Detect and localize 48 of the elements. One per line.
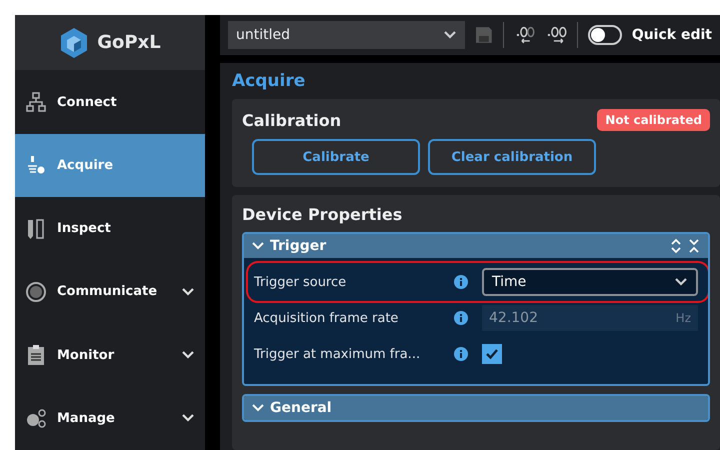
sidebar-item[interactable]: Inspect [15,196,205,260]
dial-icon [25,280,47,303]
increase-decimals-icon[interactable] [546,25,568,45]
checkmark-icon [485,348,499,360]
calibration-button[interactable]: Calibrate [252,139,420,175]
chevron-down-icon [252,403,264,413]
chevron-down-icon [443,30,458,40]
gears-icon [25,407,47,430]
group-header[interactable]: General [244,396,708,420]
quick-edit-label: Quick edit [632,27,712,43]
clipboard-icon [25,344,47,366]
property-label: Trigger at maximum fra... [254,346,422,362]
sidebar-item[interactable]: Manage [15,386,205,450]
chevron-down-icon [252,241,264,251]
group-title: Trigger [270,238,328,254]
trigger-source-select[interactable]: Time [482,268,698,296]
sidebar-item[interactable]: Acquire [15,134,205,197]
cube-logo-icon [59,26,90,59]
acquire-icon [25,154,47,176]
expand-icon[interactable] [670,238,682,254]
sidebar-item[interactable]: Communicate [15,260,205,324]
card-title: Calibration [242,110,342,130]
card-title: Device Properties [242,205,404,224]
chevron-down-icon [181,413,195,424]
number-value: 42.102 [489,310,538,326]
document-dropdown[interactable]: untitled [228,21,466,49]
page-title: Acquire [232,71,306,91]
collapse-icon[interactable] [688,238,700,254]
info-icon[interactable] [454,311,468,325]
info-icon[interactable] [454,275,468,289]
chevron-down-icon [181,286,195,297]
status-badge: Not calibrated [597,109,710,131]
sidebar-item[interactable]: Monitor [15,323,205,387]
calibration-button[interactable]: Clear calibration [428,139,596,175]
group-header[interactable]: Trigger [244,234,708,258]
quick-edit-toggle[interactable] [588,25,622,45]
checkbox[interactable] [482,344,502,364]
ruler-icon [25,218,47,240]
network-icon [25,91,47,114]
property-label: Acquisition frame rate [254,310,400,326]
group-title: General [270,400,333,416]
chevron-down-icon [674,277,688,287]
property-label: Trigger source [254,274,348,290]
info-icon[interactable] [454,347,468,361]
unit-label: Hz [676,311,691,325]
chevron-down-icon [181,350,195,360]
brand-name: GoPxL [97,32,161,54]
sidebar-item[interactable]: Connect [15,70,205,134]
